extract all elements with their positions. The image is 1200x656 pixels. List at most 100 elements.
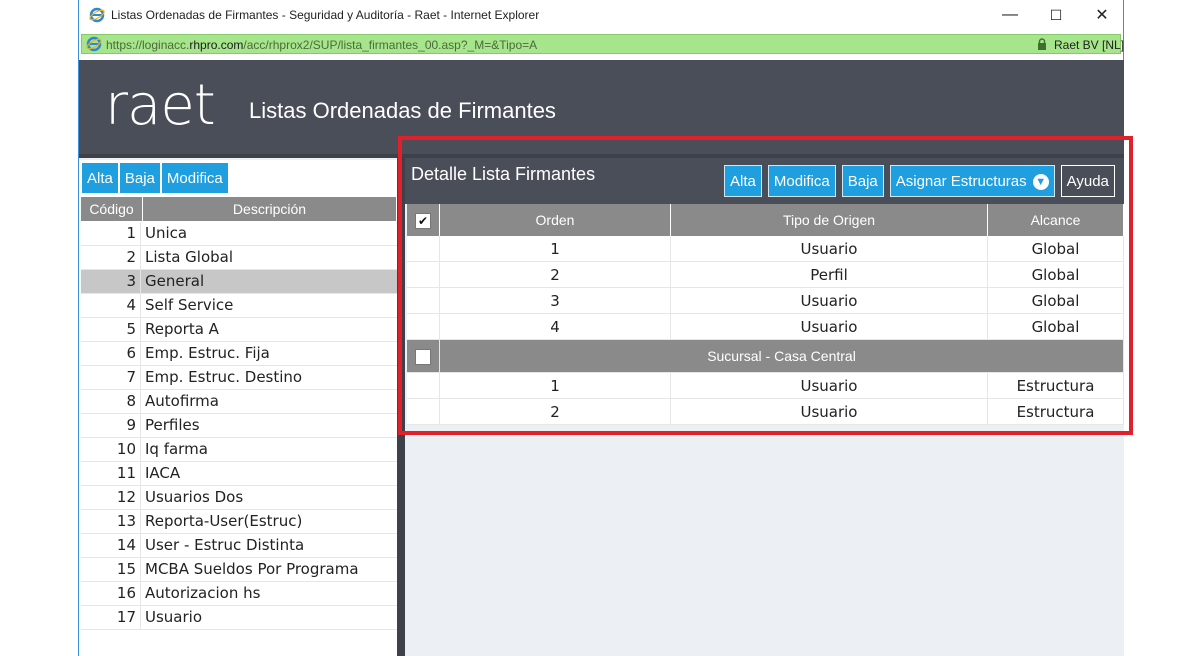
app-area: raet Listas Ordenadas de Firmantes Alta … — [79, 60, 1124, 656]
list-item-description: Autorizacion hs — [145, 584, 261, 602]
list-item-description: Perfiles — [145, 416, 200, 434]
browser-window: Listas Ordenadas de Firmantes - Segurida… — [78, 0, 1124, 656]
detail-title: Detalle Lista Firmantes — [411, 164, 596, 184]
list-item[interactable]: 8 Autofirma — [81, 390, 397, 414]
asignar-estructuras-dropdown[interactable]: Asignar Estructuras ▼ — [889, 165, 1055, 197]
url-text[interactable]: https://loginacc.rhpro.com/acc/rhprox2/S… — [106, 38, 537, 52]
list-item-code: 17 — [81, 606, 141, 629]
lock-icon — [1038, 38, 1046, 50]
alcance-cell: Estructura — [987, 372, 1124, 399]
column-codigo[interactable]: Código — [81, 197, 143, 221]
list-item[interactable]: 12 Usuarios Dos — [81, 486, 397, 510]
maximize-button[interactable]: ☐ — [1033, 0, 1079, 30]
list-item-code: 16 — [81, 582, 141, 605]
list-item-code: 13 — [81, 510, 141, 533]
list-item[interactable]: 6 Emp. Estruc. Fija — [81, 342, 397, 366]
list-item-code: 9 — [81, 414, 141, 437]
list-item-description: Emp. Estruc. Fija — [145, 344, 270, 362]
list-item[interactable]: 9 Perfiles — [81, 414, 397, 438]
list-item[interactable]: 7 Emp. Estruc. Destino — [81, 366, 397, 390]
page-title: Listas Ordenadas de Firmantes — [249, 98, 556, 123]
list-item-description: Usuario — [145, 608, 203, 626]
list-item[interactable]: 11 IACA — [81, 462, 397, 486]
list-toolbar: Alta Baja Modifica — [81, 162, 229, 194]
list-item-code: 8 — [81, 390, 141, 413]
list-item-code: 3 — [81, 270, 141, 293]
alcance-cell: Estructura — [987, 398, 1124, 425]
list-item[interactable]: 13 Reporta-User(Estruc) — [81, 510, 397, 534]
row-select-cell — [407, 313, 440, 340]
tipo-de-origen-cell: Usuario — [670, 372, 988, 399]
tipo-de-origen-cell: Usuario — [670, 287, 988, 314]
column-descripcion[interactable]: Descripción — [143, 197, 397, 221]
list-item-code: 7 — [81, 366, 141, 389]
table-row[interactable]: 4 Usuario Global — [407, 313, 1124, 340]
address-bar[interactable]: https://loginacc.rhpro.com/acc/rhprox2/S… — [81, 34, 1124, 54]
list-panel: Alta Baja Modifica Código Descripción 1U… — [79, 160, 397, 656]
list-item[interactable]: 14 User - Estruc Distinta — [81, 534, 397, 558]
url-domain: rhpro.com — [189, 38, 244, 52]
list-item[interactable]: 2 Lista Global — [81, 246, 397, 270]
tipo-de-origen-cell: Usuario — [670, 313, 988, 340]
modifica-button[interactable]: Modifica — [160, 162, 229, 194]
list-item[interactable]: 15 MCBA Sueldos Por Programa — [81, 558, 397, 582]
table-row[interactable]: 2 Perfil Global — [407, 261, 1124, 288]
alta-button[interactable]: Alta — [81, 162, 119, 194]
list-item-code: 1 — [81, 222, 141, 245]
close-button[interactable]: ✕ — [1079, 0, 1125, 30]
group-row[interactable]: Sucursal - Casa Central — [407, 339, 1124, 373]
select-all-checkbox[interactable]: ✔ — [415, 212, 431, 229]
tipo-de-origen-cell: Perfil — [670, 261, 988, 288]
table-row[interactable]: 1 Usuario Estructura — [407, 372, 1124, 399]
list-item-description: Unica — [145, 224, 188, 242]
list-item[interactable]: 16 Autorizacion hs — [81, 582, 397, 606]
panel-splitter[interactable] — [397, 158, 405, 656]
list-item-code: 14 — [81, 534, 141, 557]
list-item-description: MCBA Sueldos Por Programa — [145, 560, 359, 578]
table-row[interactable]: 2 Usuario Estructura — [407, 398, 1124, 425]
list-item[interactable]: 1 Unica — [81, 222, 397, 246]
list-item-description: Lista Global — [145, 248, 234, 266]
alcance-cell: Global — [987, 261, 1124, 288]
list-item-description: Self Service — [145, 296, 234, 314]
group-label: Sucursal - Casa Central — [439, 339, 1124, 373]
list-item-description: IACA — [145, 464, 181, 482]
list-item[interactable]: 4 Self Service — [81, 294, 397, 318]
app-header: raet Listas Ordenadas de Firmantes — [79, 60, 1124, 154]
column-tipo-de-origen[interactable]: Tipo de Origen — [670, 204, 988, 236]
minimize-button[interactable]: — — [987, 0, 1033, 30]
detail-modifica-button[interactable]: Modifica — [767, 165, 836, 197]
column-orden[interactable]: Orden — [439, 204, 671, 236]
list-item-description: Iq farma — [145, 440, 208, 458]
list-item[interactable]: 3 General — [81, 270, 397, 294]
list-item-description: Reporta A — [145, 320, 219, 338]
alcance-cell: Global — [987, 236, 1124, 262]
list-item-code: 11 — [81, 462, 141, 485]
table-row[interactable]: 3 Usuario Global — [407, 287, 1124, 314]
alcance-cell: Global — [987, 313, 1124, 340]
detail-table-header: ✔ Orden Tipo de Origen Alcance — [407, 204, 1124, 236]
list-item-description: Reporta-User(Estruc) — [145, 512, 303, 530]
list-item[interactable]: 10 Iq farma — [81, 438, 397, 462]
list-item[interactable]: 17 Usuario — [81, 606, 397, 630]
row-select-cell — [407, 372, 440, 399]
list-item[interactable]: 5 Reporta A — [81, 318, 397, 342]
detail-table: ✔ Orden Tipo de Origen Alcance 1 Usuario G… — [407, 204, 1124, 425]
orden-cell: 2 — [439, 261, 671, 288]
internet-explorer-icon — [89, 7, 105, 23]
ayuda-button[interactable]: Ayuda — [1060, 165, 1115, 197]
list-item-description: Autofirma — [145, 392, 219, 410]
column-alcance[interactable]: Alcance — [987, 204, 1124, 236]
certificate-label[interactable]: Raet BV [NL] — [1054, 38, 1124, 52]
detail-rows-global: 1 Usuario Global 2 Perfil Global 3 Usuario Globa… — [407, 236, 1124, 340]
orden-cell: 1 — [439, 372, 671, 399]
list-item-code: 15 — [81, 558, 141, 581]
group-checkbox[interactable] — [415, 348, 431, 365]
table-row[interactable]: 1 Usuario Global — [407, 236, 1124, 262]
row-select-cell — [407, 261, 440, 288]
detail-baja-button[interactable]: Baja — [841, 165, 884, 197]
internet-explorer-icon — [86, 36, 102, 52]
detail-alta-button[interactable]: Alta — [724, 165, 762, 197]
baja-button[interactable]: Baja — [118, 162, 161, 194]
alcance-cell: Global — [987, 287, 1124, 314]
